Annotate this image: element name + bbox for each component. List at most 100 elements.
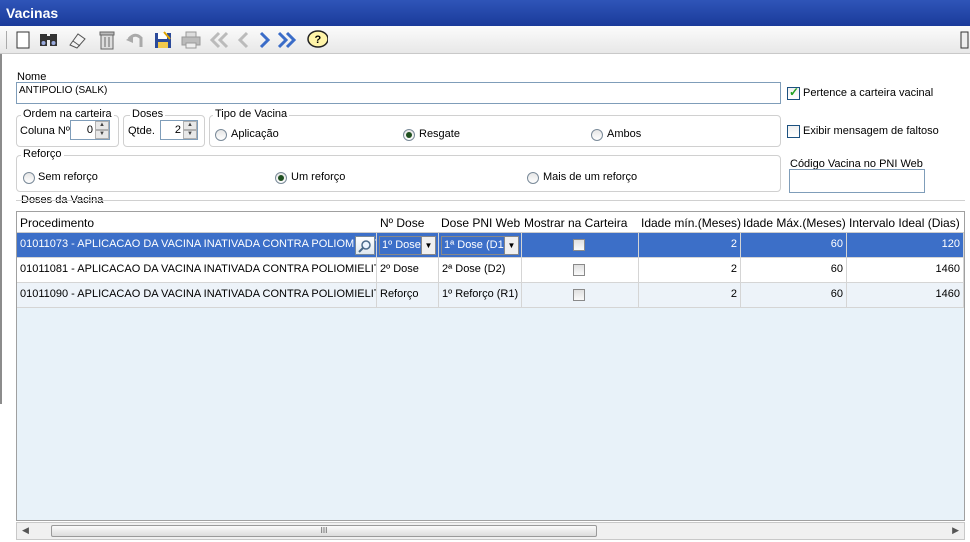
cell-pni[interactable]: 1ª Dose (D1) ▼ (439, 233, 522, 258)
reforco-um-radio[interactable] (275, 172, 287, 184)
header-pni[interactable]: Dose PNI Web (441, 216, 520, 230)
tipo-group (209, 115, 781, 147)
cell-intervalo[interactable]: 120 (847, 233, 964, 258)
cell-dose[interactable]: 1º Dose ▼ (377, 233, 439, 258)
scroll-left-icon[interactable]: ◀ (22, 525, 29, 536)
grid-header: Procedimento Nº Dose Dose PNI Web Mostra… (17, 212, 964, 233)
tipo-resgate-label: Resgate (419, 128, 460, 140)
print-icon[interactable] (180, 29, 202, 51)
toolbar-overflow-icon[interactable] (958, 29, 970, 51)
cell-idade-min[interactable]: 2 (639, 283, 741, 308)
next-icon[interactable] (254, 29, 276, 51)
coluna-label: Coluna Nº (20, 125, 70, 137)
cell-pni[interactable]: 2ª Dose (D2) (439, 258, 522, 283)
cell-intervalo[interactable]: 1460 (847, 258, 964, 283)
reforco-legend: Reforço (21, 148, 64, 160)
coluna-value: 0 (86, 124, 93, 136)
cell-procedimento-text: 01011073 - APLICACAO DA VACINA INATIVADA… (20, 238, 377, 250)
horizontal-scrollbar[interactable]: ◀ III ▶ (16, 522, 965, 540)
cell-procedimento[interactable]: 01011073 - APLICACAO DA VACINA INATIVADA… (17, 233, 377, 258)
pni-dropdown-value: 1ª Dose (D1) (444, 239, 508, 251)
pertence-checkbox[interactable] (787, 85, 800, 100)
tipo-ambos-label: Ambos (607, 128, 642, 140)
mostrar-checkbox[interactable] (573, 264, 585, 276)
help-icon[interactable]: ? (306, 29, 328, 51)
header-dose[interactable]: Nº Dose (380, 216, 424, 230)
cell-procedimento[interactable]: 01011090 - APLICACAO DA VACINA INATIVADA… (17, 283, 377, 308)
qtde-label: Qtde. (128, 125, 155, 137)
qtde-up-icon[interactable]: ▲ (183, 121, 197, 130)
coluna-down-icon[interactable]: ▼ (95, 130, 109, 139)
pertence-label: Pertence a carteira vacinal (803, 87, 934, 99)
tipo-aplicacao-label: Aplicação (231, 128, 279, 140)
grid-legend-line (16, 200, 965, 201)
search-icon[interactable] (38, 29, 60, 51)
tipo-resgate-radio[interactable] (403, 129, 415, 141)
header-mostrar[interactable]: Mostrar na Carteira (524, 216, 627, 230)
qtde-down-icon[interactable]: ▼ (183, 130, 197, 139)
new-icon[interactable] (12, 29, 34, 51)
coluna-up-icon[interactable]: ▲ (95, 121, 109, 130)
lookup-search-icon[interactable] (355, 236, 375, 255)
scroll-right-icon[interactable]: ▶ (952, 525, 959, 536)
reforco-sem-radio[interactable] (23, 172, 35, 184)
dose-dropdown[interactable]: 1º Dose ▼ (379, 236, 436, 255)
cell-idade-min[interactable]: 2 (639, 258, 741, 283)
cell-dose[interactable]: 2º Dose (377, 258, 439, 283)
header-idade-min[interactable]: Idade mín.(Meses) (641, 216, 741, 230)
save-icon[interactable] (152, 29, 174, 51)
exibir-checkbox[interactable] (787, 125, 800, 138)
cell-mostrar[interactable] (522, 283, 639, 308)
qtde-value: 2 (174, 124, 181, 136)
tipo-legend: Tipo de Vacina (213, 108, 290, 120)
reforco-um-label: Um reforço (291, 171, 346, 183)
tipo-ambos-radio[interactable] (591, 129, 603, 141)
reforco-mais-radio[interactable] (527, 172, 539, 184)
scrollbar-thumb[interactable]: III (51, 525, 597, 537)
ordem-legend: Ordem na carteira (21, 108, 114, 120)
cell-idade-max[interactable]: 60 (741, 258, 847, 283)
svg-text:?: ? (315, 34, 322, 46)
left-splitter (0, 54, 2, 404)
window-title: Vacinas (0, 0, 970, 26)
nome-input[interactable]: ANTIPOLIO (SALK) (16, 82, 781, 104)
codigo-input[interactable] (789, 169, 925, 193)
qtde-stepper[interactable]: 2 ▲ ▼ (160, 120, 198, 140)
reforco-mais-label: Mais de um reforço (543, 171, 638, 183)
tipo-aplicacao-radio[interactable] (215, 129, 227, 141)
mostrar-checkbox[interactable] (573, 289, 585, 301)
cell-procedimento[interactable]: 01011081 - APLICACAO DA VACINA INATIVADA… (17, 258, 377, 283)
table-row[interactable]: 01011090 - APLICACAO DA VACINA INATIVADA… (17, 283, 964, 308)
delete-icon[interactable] (96, 29, 118, 51)
eraser-icon[interactable] (66, 29, 88, 51)
first-icon[interactable] (208, 29, 230, 51)
cell-idade-max[interactable]: 60 (741, 233, 847, 258)
toolbar: ? (0, 26, 970, 54)
header-idade-max[interactable]: Idade Máx.(Meses) (743, 216, 846, 230)
doses-grid: Procedimento Nº Dose Dose PNI Web Mostra… (16, 211, 965, 521)
undo-icon[interactable] (124, 29, 146, 51)
cell-idade-min[interactable]: 2 (639, 233, 741, 258)
pni-dropdown[interactable]: 1ª Dose (D1) ▼ (441, 236, 519, 255)
exibir-label: Exibir mensagem de faltoso (803, 125, 939, 137)
cell-idade-max[interactable]: 60 (741, 283, 847, 308)
chevron-down-icon[interactable]: ▼ (504, 237, 518, 254)
doses-legend: Doses (130, 108, 166, 120)
prev-icon[interactable] (232, 29, 254, 51)
dose-dropdown-value: 1º Dose (382, 239, 421, 251)
cell-dose[interactable]: Reforço (377, 283, 439, 308)
cell-mostrar[interactable] (522, 258, 639, 283)
cell-mostrar[interactable] (522, 233, 639, 258)
table-row[interactable]: 01011081 - APLICACAO DA VACINA INATIVADA… (17, 258, 964, 283)
cell-intervalo[interactable]: 1460 (847, 283, 964, 308)
chevron-down-icon[interactable]: ▼ (421, 237, 435, 254)
table-row[interactable]: 01011073 - APLICACAO DA VACINA INATIVADA… (17, 233, 964, 258)
cell-pni[interactable]: 1º Reforço (R1) (439, 283, 522, 308)
last-icon[interactable] (276, 29, 298, 51)
toolbar-grip (6, 31, 7, 49)
header-intervalo[interactable]: Intervalo Ideal (Dias) (849, 216, 960, 230)
reforco-group (16, 155, 781, 192)
mostrar-checkbox[interactable] (573, 239, 585, 251)
coluna-stepper[interactable]: 0 ▲ ▼ (70, 120, 110, 140)
header-procedimento[interactable]: Procedimento (20, 216, 94, 230)
